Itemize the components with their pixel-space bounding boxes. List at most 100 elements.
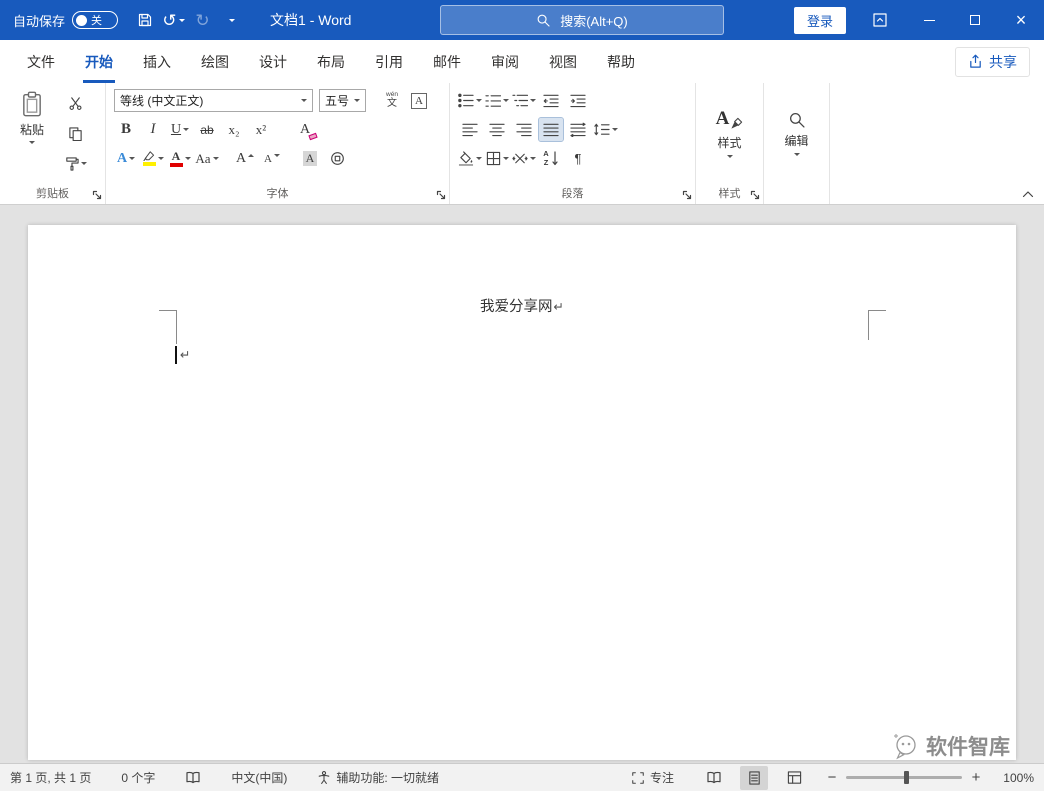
decrease-indent-button[interactable] (539, 89, 563, 112)
increase-indent-button[interactable] (566, 89, 590, 112)
zoom-slider[interactable] (846, 771, 962, 784)
editing-button[interactable]: 编辑 (764, 83, 829, 183)
zoom-level[interactable]: 100% (992, 771, 1034, 785)
web-layout-button[interactable] (780, 766, 808, 790)
clipboard-dialog-launcher[interactable] (92, 190, 102, 200)
font-color-button[interactable]: A (168, 147, 192, 170)
toggle-knob-icon (76, 14, 88, 26)
autosave-label: 自动保存 (13, 13, 66, 29)
redo-icon: ↻ (195, 10, 210, 30)
font-name-value: 等线 (中文正文) (120, 94, 204, 108)
maximize-icon (970, 15, 980, 25)
character-shading-button[interactable]: A (298, 147, 322, 170)
maximize-button[interactable] (952, 0, 998, 40)
autosave-toggle[interactable]: 自动保存 关 (13, 11, 119, 30)
zoom-slider-thumb[interactable] (904, 771, 909, 784)
autosave-switch[interactable]: 关 (72, 11, 119, 29)
focus-button[interactable]: 专注 (631, 769, 674, 786)
tab-insert[interactable]: 插入 (128, 40, 186, 83)
align-left-button[interactable] (458, 118, 482, 141)
tab-references[interactable]: 引用 (360, 40, 418, 83)
close-button[interactable]: × (998, 0, 1044, 40)
read-mode-button[interactable] (700, 766, 728, 790)
underline-button[interactable]: U (168, 118, 192, 141)
collapse-ribbon-button[interactable] (1022, 190, 1034, 198)
character-border-button[interactable]: A (407, 89, 431, 112)
align-right-button[interactable] (512, 118, 536, 141)
paragraph-mark: ↵ (180, 348, 191, 362)
clipboard-group-label: 剪贴板 (36, 188, 69, 200)
line-spacing-button[interactable] (593, 118, 618, 141)
language-status[interactable]: 中文(中国) (231, 769, 287, 786)
character-border-icon: A (411, 92, 427, 109)
align-center-button[interactable] (485, 118, 509, 141)
sort-button[interactable]: A Z (539, 147, 563, 170)
undo-button[interactable]: ↺ (159, 4, 188, 36)
multilevel-list-button[interactable] (512, 89, 536, 112)
tab-help[interactable]: 帮助 (592, 40, 650, 83)
ribbon-display-options-button[interactable] (872, 12, 888, 28)
phonetic-guide-button[interactable]: wén 文 (380, 89, 404, 112)
proofing-status[interactable] (185, 770, 201, 785)
styles-dialog-launcher[interactable] (750, 190, 760, 200)
paste-button[interactable]: 粘贴 (8, 90, 56, 144)
tab-draw[interactable]: 绘图 (186, 40, 244, 83)
share-icon (970, 54, 981, 68)
distribute-icon (570, 122, 586, 137)
subscript-button[interactable]: x₂ (222, 118, 246, 141)
change-case-button[interactable]: Aa (195, 147, 219, 170)
tab-mailings[interactable]: 邮件 (418, 40, 476, 83)
show-hide-marks-button[interactable]: ¶ (566, 147, 590, 170)
tab-home[interactable]: 开始 (70, 40, 128, 83)
format-painter-button[interactable] (63, 152, 87, 175)
cut-button[interactable] (63, 92, 87, 115)
enclose-characters-button[interactable] (325, 147, 349, 170)
distribute-button[interactable] (566, 118, 590, 141)
print-layout-button[interactable] (740, 765, 768, 790)
strikethrough-button[interactable]: ab (195, 118, 219, 141)
signin-button[interactable]: 登录 (793, 6, 846, 34)
quick-access-toolbar: ↺ ↻ (130, 4, 246, 36)
bullets-button[interactable] (458, 89, 482, 112)
enclose-characters-icon (330, 152, 344, 165)
tab-layout[interactable]: 布局 (302, 40, 360, 83)
document-page[interactable]: 我爱分享网↵ ↵ (28, 225, 1016, 760)
font-size-combo[interactable]: 五号 (319, 89, 366, 112)
grow-font-button[interactable]: A (233, 147, 257, 170)
redo-button[interactable]: ↻ (188, 4, 217, 36)
accessibility-status[interactable]: 辅助功能: 一切就绪 (317, 769, 439, 786)
asian-layout-button[interactable] (512, 147, 536, 170)
copy-button[interactable] (63, 122, 87, 145)
save-button[interactable] (130, 4, 159, 36)
numbering-button[interactable] (485, 89, 509, 112)
clear-formatting-button[interactable]: A (293, 118, 318, 141)
styles-button[interactable]: A 样式 (696, 83, 763, 183)
customize-qat-button[interactable] (217, 4, 246, 36)
shading-button[interactable] (458, 147, 482, 170)
share-button[interactable]: 共享 (955, 46, 1030, 77)
zoom-out-button[interactable]: − (824, 769, 840, 786)
search-box[interactable]: 搜索(Alt+Q) (440, 5, 724, 35)
borders-button[interactable] (485, 147, 509, 170)
dropdown-caret (476, 99, 482, 102)
tab-review[interactable]: 审阅 (476, 40, 534, 83)
paragraph-dialog-launcher[interactable] (682, 190, 692, 200)
tab-file[interactable]: 文件 (12, 40, 70, 83)
text-effects-button[interactable]: A (114, 147, 138, 170)
dropdown-caret (228, 18, 235, 22)
word-count[interactable]: 0 个字 (121, 769, 155, 786)
font-dialog-launcher[interactable] (436, 190, 446, 200)
highlight-color-button[interactable] (141, 147, 165, 170)
bold-button[interactable]: B (114, 118, 138, 141)
page-indicator[interactable]: 第 1 页, 共 1 页 (10, 769, 91, 786)
tab-design[interactable]: 设计 (244, 40, 302, 83)
minimize-button[interactable] (906, 0, 952, 40)
font-name-combo[interactable]: 等线 (中文正文) (114, 89, 313, 112)
font-group: 等线 (中文正文) 五号 wén 文 A B I U ab x₂ x² A A … (106, 83, 450, 204)
tab-view[interactable]: 视图 (534, 40, 592, 83)
justify-button[interactable] (538, 117, 564, 142)
italic-button[interactable]: I (141, 118, 165, 141)
zoom-in-button[interactable]: + (968, 769, 984, 786)
shrink-font-button[interactable]: A (260, 147, 284, 170)
superscript-button[interactable]: x² (249, 118, 273, 141)
